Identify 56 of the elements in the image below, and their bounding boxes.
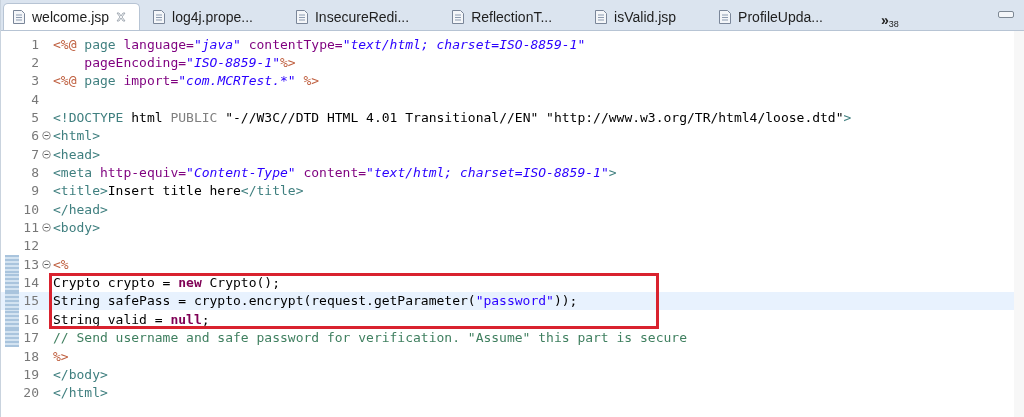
code-line: String valid = null; bbox=[53, 311, 210, 327]
file-icon bbox=[152, 9, 167, 25]
code-line: </html> bbox=[53, 385, 108, 401]
file-icon bbox=[12, 9, 26, 25]
line-number: 8 bbox=[30, 165, 39, 181]
code-line: pageEncoding="ISO-8859-1"%> bbox=[83, 55, 296, 70]
code-line: <%@ page import="com.MCRTest.*" %> bbox=[53, 73, 320, 89]
code-line: <% bbox=[53, 256, 69, 272]
editor-tab[interactable]: isValid.jsp bbox=[586, 4, 689, 30]
code-line: </head> bbox=[53, 201, 108, 217]
file-icon bbox=[451, 9, 466, 25]
line-number: 16 bbox=[22, 311, 39, 327]
line-number: 10 bbox=[22, 201, 39, 217]
line-number: 3 bbox=[30, 73, 39, 89]
collapse-icon[interactable] bbox=[41, 131, 51, 141]
line-number: 2 bbox=[30, 55, 39, 70]
line-number: 20 bbox=[22, 385, 39, 401]
code-line: <title>Insert title here</title> bbox=[53, 183, 304, 199]
editor-tab[interactable]: ReflectionT... bbox=[443, 4, 565, 30]
file-icon bbox=[295, 9, 309, 25]
more-tabs-button[interactable]: »$_{38}$ bbox=[880, 4, 899, 30]
line-number: 17 bbox=[22, 330, 39, 346]
code-line: <!DOCTYPE html PUBLIC "-//W3C//DTD HTML 4.01 Transitional//EN" "http://www.w3.org/TR/html4/loose.dtd"> bbox=[53, 110, 852, 126]
code-line: <html> bbox=[53, 128, 100, 144]
file-icon bbox=[718, 9, 733, 25]
line-number: 4 bbox=[30, 91, 39, 107]
line-number: 12 bbox=[22, 238, 39, 254]
collapse-icon[interactable] bbox=[41, 223, 51, 233]
collapse-icon[interactable] bbox=[41, 149, 51, 159]
line-number: 5 bbox=[30, 110, 39, 126]
code-line: String safePass = crypto.encrypt(request.getParameter("password")); bbox=[53, 293, 578, 309]
line-number: 6 bbox=[30, 128, 39, 144]
line-number: 7 bbox=[30, 146, 39, 162]
minimize-button[interactable] bbox=[998, 11, 1014, 18]
line-number: 15 bbox=[22, 293, 39, 309]
line-number: 9 bbox=[30, 183, 39, 199]
editor-tab[interactable]: log4j.prope... bbox=[144, 4, 265, 30]
code-line: // Send username and safe password for verification. "Assume" this part is secure bbox=[53, 330, 687, 346]
line-number: 19 bbox=[22, 366, 39, 382]
editor-tab[interactable]: welcome.jsp bbox=[3, 3, 141, 30]
line-number: 1 bbox=[30, 36, 39, 52]
line-number: 18 bbox=[22, 348, 39, 364]
file-icon bbox=[594, 9, 609, 25]
line-number: 13 bbox=[22, 256, 39, 272]
line-number: 14 bbox=[22, 275, 39, 291]
editor-tab[interactable]: InsecureRedi... bbox=[287, 4, 422, 30]
collapse-icon[interactable] bbox=[41, 259, 51, 269]
editor-tab[interactable]: ProfileUpda... bbox=[710, 4, 835, 30]
code-line: <meta http-equiv="Content-Type" content="text/html; charset=ISO-8859-1"> bbox=[53, 165, 617, 181]
code-line: <body> bbox=[53, 220, 100, 236]
line-number: 11 bbox=[22, 220, 39, 236]
code-line: <%@ page language="java" contentType="text/html; charset=ISO-8859-1" bbox=[53, 36, 586, 52]
code-line: </body> bbox=[53, 366, 108, 382]
code-line: Crypto crypto = new Crypto(); bbox=[53, 275, 280, 291]
code-line: %> bbox=[53, 348, 69, 364]
code-line: <head> bbox=[53, 146, 100, 162]
